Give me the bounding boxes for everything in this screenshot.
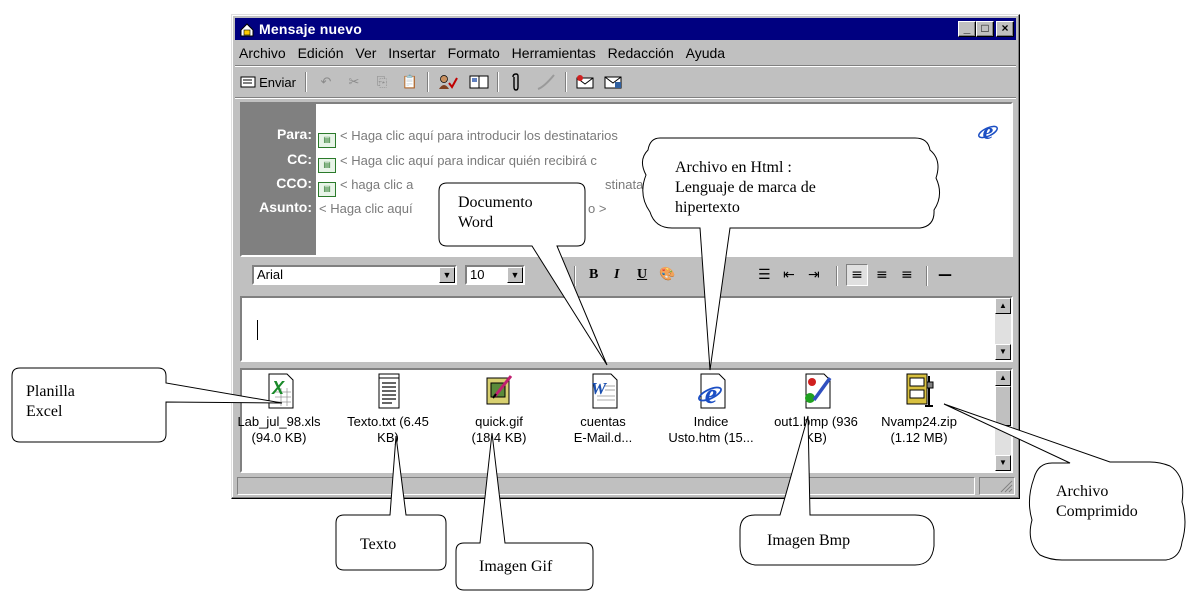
callout-text: Archivo bbox=[1056, 483, 1109, 500]
word-callout: Documento Word bbox=[458, 193, 533, 233]
zip-callout: Archivo Comprimido bbox=[1056, 482, 1138, 522]
callout-text: Lenguaje de marca de bbox=[675, 179, 816, 196]
callout-text: Archivo en Html : bbox=[675, 159, 792, 176]
callout-text: Word bbox=[458, 214, 494, 231]
text-callout: Texto bbox=[360, 536, 397, 553]
callout-text: Excel bbox=[26, 403, 63, 420]
html-callout: Archivo en Html : Lenguaje de marca de h… bbox=[675, 158, 816, 218]
callout-text: Comprimido bbox=[1056, 503, 1138, 520]
gif-callout: Imagen Gif bbox=[479, 558, 553, 575]
callout-text: Planilla bbox=[26, 383, 75, 400]
callout-text: hipertexto bbox=[675, 199, 740, 216]
excel-callout: Planilla Excel bbox=[26, 382, 75, 422]
bmp-callout: Imagen Bmp bbox=[767, 532, 851, 549]
callout-text: Documento bbox=[458, 194, 533, 211]
callout-overlay bbox=[11, 137, 1186, 591]
